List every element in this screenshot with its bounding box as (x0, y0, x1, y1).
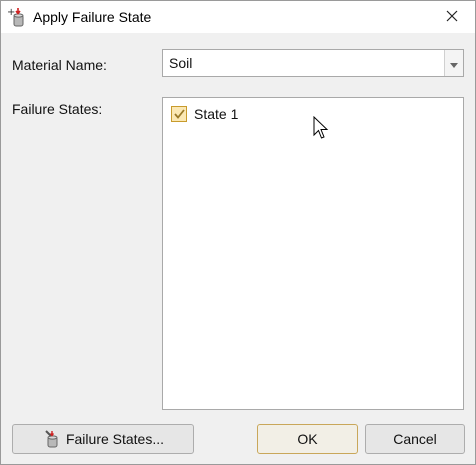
failure-states-button[interactable]: Failure States... (12, 424, 194, 454)
chevron-down-icon (450, 55, 458, 71)
cancel-button[interactable]: Cancel (365, 424, 465, 454)
close-button[interactable] (429, 1, 475, 33)
ok-button[interactable]: OK (257, 424, 358, 454)
cancel-button-label: Cancel (393, 431, 437, 447)
mouse-pointer-icon (313, 115, 329, 140)
title-bar: + Apply Failure State (1, 1, 475, 33)
material-name-value: Soil (169, 55, 193, 71)
dialog-body: Material Name: Soil Failure States: Stat… (1, 33, 475, 464)
failure-states-icon (42, 430, 60, 448)
window-title: Apply Failure State (33, 9, 152, 25)
dropdown-arrow-button[interactable] (444, 50, 463, 76)
failure-states-list[interactable]: State 1 (162, 97, 464, 410)
close-icon (446, 9, 458, 25)
material-name-dropdown[interactable]: Soil (162, 49, 464, 77)
material-name-label: Material Name: (12, 57, 107, 73)
failure-states-label: Failure States: (12, 101, 103, 117)
ok-button-label: OK (297, 431, 318, 447)
state-1-label: State 1 (194, 106, 239, 122)
apply-failure-state-icon: + (7, 7, 27, 27)
list-item[interactable]: State 1 (171, 106, 238, 122)
state-1-checkbox[interactable] (171, 106, 187, 122)
failure-states-button-label: Failure States... (65, 431, 165, 447)
apply-failure-state-dialog: + Apply Failure State Material Name: Soi… (0, 0, 476, 465)
checkmark-icon (173, 106, 185, 122)
